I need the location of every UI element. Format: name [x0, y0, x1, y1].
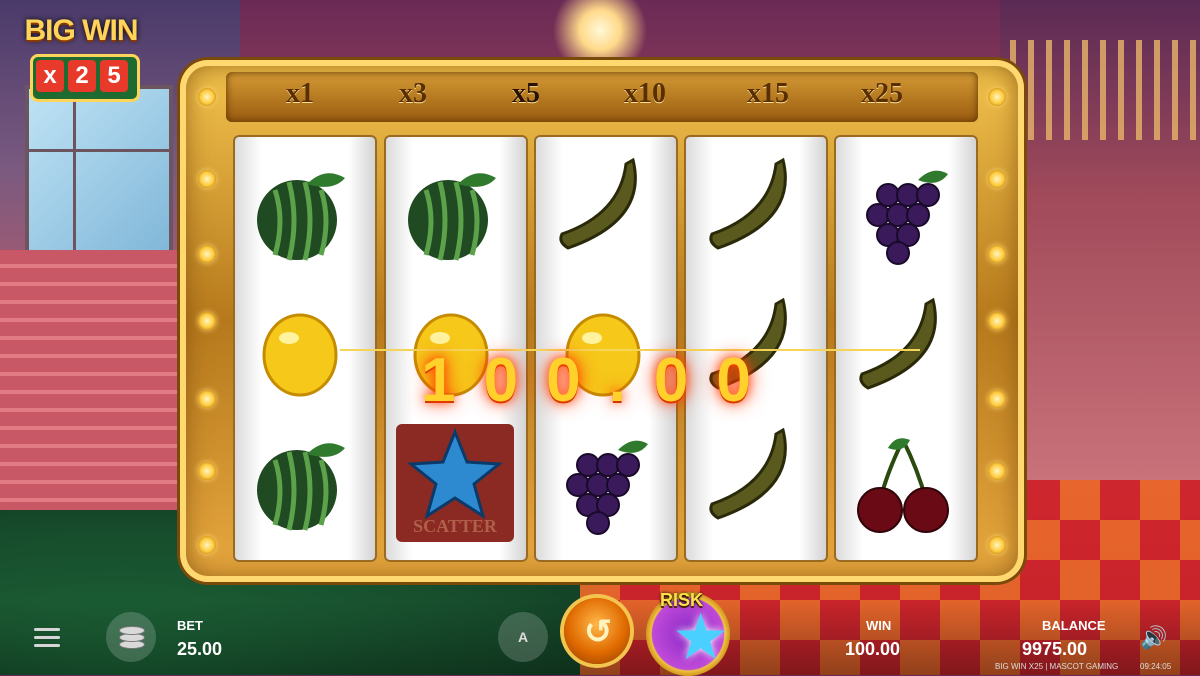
scatter-label: SCATTER: [413, 516, 497, 536]
chandelier: [540, 0, 660, 60]
multiplier-x3: x3: [399, 78, 427, 109]
cherries-icon: [857, 438, 949, 533]
banana-icon: [709, 427, 787, 520]
multiplier-x1: x1: [286, 78, 314, 109]
bet-value: 25.00: [177, 639, 223, 659]
multiplier-x5: x5: [512, 78, 540, 109]
clock: 09:24:05: [1140, 662, 1172, 671]
autoplay-button[interactable]: A: [498, 612, 548, 662]
balance-value: 9975.00: [1022, 639, 1088, 659]
watermelon-icon: [257, 443, 345, 531]
multiplier-x10: x10: [624, 78, 666, 109]
logo-multiplier: x25: [30, 54, 140, 102]
scatter-tile: SCATTER: [396, 424, 514, 542]
coin-stack-icon: [119, 626, 145, 635]
banana-icon: [709, 157, 787, 250]
frame-lamp: [198, 462, 216, 480]
banana-icon: [559, 157, 637, 250]
bet-label: BET: [177, 618, 203, 633]
background-balcony: [1010, 40, 1200, 140]
frame-lamp: [198, 312, 216, 330]
balance-label: BALANCE: [1042, 618, 1106, 633]
grapes-icon: [866, 170, 948, 265]
frame-lamp: [198, 536, 216, 554]
risk-star-icon: ★: [672, 601, 730, 675]
win-value: 100.00: [845, 639, 901, 659]
multiplier-x15: x15: [747, 78, 789, 109]
lemon-icon: [262, 313, 338, 397]
spin-arrow-icon: ↺: [584, 612, 613, 652]
watermelon-icon: [408, 173, 496, 261]
multiplier-x25: x25: [861, 78, 903, 109]
frame-lamp: [988, 390, 1006, 408]
frame-lamp: [988, 312, 1006, 330]
frame-lamp: [198, 245, 216, 263]
logo-digit: 5: [100, 60, 128, 92]
sound-icon[interactable]: 🔊: [1140, 626, 1167, 651]
game-info-footer: BIG WIN X25 | MASCOT GAMING: [995, 662, 1119, 671]
autoplay-icon: A: [517, 629, 529, 645]
logo-digit: 2: [68, 60, 96, 92]
win-amount-display: 100.00: [421, 346, 779, 415]
risk-label: RISK: [660, 590, 704, 610]
frame-lamp: [198, 390, 216, 408]
spin-button[interactable]: ↺: [564, 598, 630, 664]
bet-coins-button[interactable]: [106, 612, 156, 662]
background-window: [25, 85, 173, 263]
scatter-star-icon: [407, 427, 503, 520]
menu-icon[interactable]: [34, 628, 60, 648]
logo-title: BIG WIN: [24, 14, 139, 47]
frame-lamp: [198, 170, 216, 188]
frame-lamp: [988, 536, 1006, 554]
banana-icon: [859, 297, 937, 390]
win-label: WIN: [866, 618, 892, 633]
frame-lamp: [988, 170, 1006, 188]
watermelon-icon: [257, 173, 345, 261]
grapes-icon: [566, 440, 648, 535]
frame-lamp: [198, 88, 216, 106]
game-logo: BIG WIN x25: [14, 14, 148, 102]
frame-lamp: [988, 245, 1006, 263]
frame-lamp: [988, 88, 1006, 106]
logo-digit: x: [36, 60, 64, 92]
frame-lamp: [988, 462, 1006, 480]
